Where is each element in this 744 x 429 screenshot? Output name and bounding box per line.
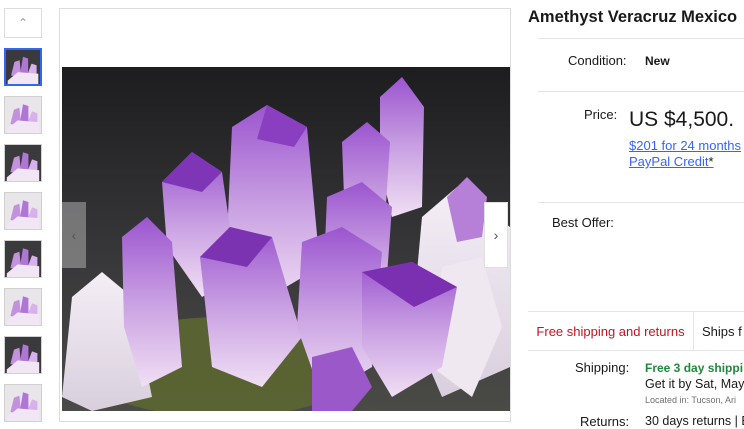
condition-value: New [645, 54, 670, 68]
thumbnail-scroll-up-button[interactable]: ⌃ [4, 8, 42, 38]
divider [528, 350, 744, 351]
thumbnail-3[interactable] [4, 144, 42, 182]
image-prev-button[interactable]: ‹ [62, 202, 86, 268]
thumbnail-5[interactable] [4, 240, 42, 278]
listing-title: Amethyst Veracruz Mexico [528, 8, 738, 26]
divider [538, 38, 744, 39]
paypal-credit-link[interactable]: $201 for 24 months [629, 138, 741, 153]
ships-from-tab[interactable]: Ships f [702, 312, 742, 350]
thumbnail-6[interactable] [4, 288, 42, 326]
main-product-image[interactable] [62, 67, 510, 411]
free-shipping-tab[interactable]: Free shipping and returns [528, 312, 694, 350]
shipping-label: Shipping: [575, 360, 630, 375]
paypal-credit-text: PayPal Credit [629, 154, 709, 169]
thumbnail-4[interactable] [4, 192, 42, 230]
price-value: US $4,500. [629, 108, 735, 131]
paypal-footnote-star: * [708, 154, 714, 169]
best-offer-label: Best Offer: [552, 215, 614, 230]
paypal-credit-name-link[interactable]: PayPal Credit* [629, 154, 714, 169]
price-label: Price: [584, 107, 618, 122]
chevron-up-icon: ⌃ [17, 16, 29, 30]
divider [538, 91, 744, 92]
condition-label: Condition: [568, 53, 627, 68]
thumbnail-8[interactable] [4, 384, 42, 422]
listing-info-panel: Amethyst Veracruz Mexico Condition: New … [528, 0, 744, 429]
image-next-button[interactable]: › [484, 202, 508, 268]
shipping-speed: Free 3 day shippi [645, 361, 744, 375]
chevron-left-icon: ‹ [71, 227, 77, 243]
main-image-frame: ‹ › [59, 8, 511, 422]
shipping-tabs: Free shipping and returns Ships f [528, 312, 744, 350]
returns-value: 30 days returns | B [645, 414, 744, 428]
thumbnail-1[interactable] [4, 48, 42, 86]
item-location: Located in: Tucson, Ari [645, 395, 737, 405]
thumbnail-2[interactable] [4, 96, 42, 134]
thumbnail-7[interactable] [4, 336, 42, 374]
paypal-monthly-text: $201 for 24 months [629, 138, 742, 153]
delivery-estimate: Get it by Sat, May [645, 377, 744, 391]
chevron-right-icon: › [493, 227, 499, 243]
divider [538, 202, 744, 203]
